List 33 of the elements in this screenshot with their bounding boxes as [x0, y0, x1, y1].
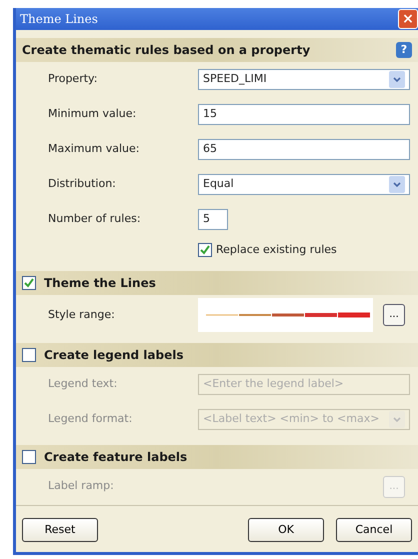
section-title: Create legend labels — [44, 347, 184, 364]
field-label: Distribution: — [48, 176, 117, 192]
field-label: Number of rules: — [48, 211, 142, 228]
close-button[interactable]: × — [398, 9, 418, 29]
section-checkbox[interactable] — [22, 348, 36, 362]
dropdown-value: Equal — [203, 176, 234, 192]
field-label: Legend text: — [48, 376, 118, 392]
field-label: Label ramp: — [48, 478, 115, 494]
checkbox-label: Replace existing rules — [216, 242, 337, 258]
reset-button[interactable]: Reset — [22, 518, 98, 542]
dialog-button[interactable]: Cancel — [336, 518, 412, 542]
field-label: Style range: — [48, 306, 116, 323]
input-field[interactable]: 15 — [198, 104, 410, 125]
input-field[interactable]: 5 — [198, 209, 228, 230]
field-label: Legend format: — [48, 411, 134, 428]
checkbox[interactable] — [198, 243, 212, 257]
section-title: Create feature labels — [44, 449, 188, 466]
dropdown-value: <Label text> <min> to <max> — [203, 411, 380, 428]
dropdown[interactable]: Equal — [198, 174, 410, 195]
dialog-button[interactable]: OK — [248, 518, 324, 542]
field-label: Property: — [48, 71, 98, 88]
section-checkbox[interactable] — [22, 276, 36, 290]
section-title: Theme the Lines — [44, 275, 156, 292]
window-title: Theme Lines — [20, 11, 98, 28]
input-field[interactable]: 65 — [198, 139, 410, 160]
field-label: Minimum value: — [48, 106, 138, 122]
help-icon[interactable]: ? — [396, 42, 412, 58]
dropdown-value: SPEED_LIMI — [203, 71, 267, 88]
field-label: Maximum value: — [48, 141, 140, 158]
browse-button[interactable]: ... — [383, 304, 405, 326]
section-checkbox[interactable] — [22, 450, 36, 464]
dropdown[interactable]: SPEED_LIMI — [198, 69, 410, 90]
section-title: Create thematic rules based on a property — [22, 42, 310, 59]
